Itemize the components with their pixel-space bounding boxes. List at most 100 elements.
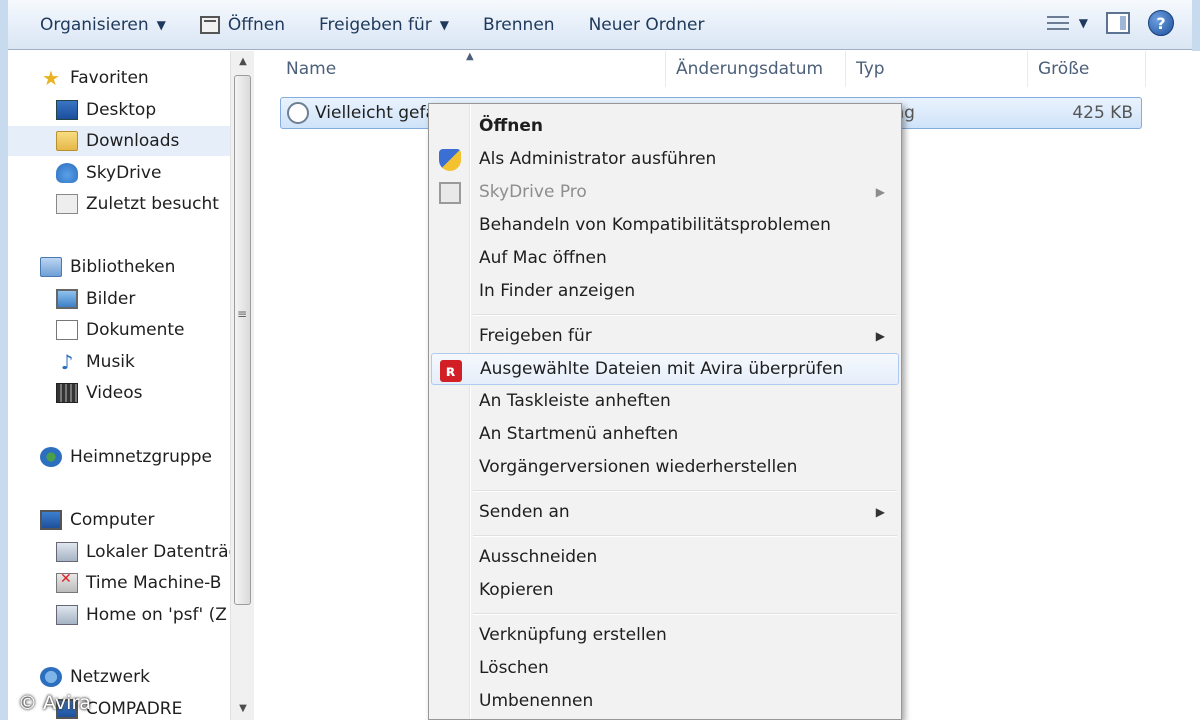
menu-item-compatibility[interactable]: Behandeln von Kompatibilitätsproblemen <box>431 209 899 241</box>
menu-item-open-on-mac[interactable]: Auf Mac öffnen <box>431 242 899 274</box>
column-header-type[interactable]: Typ <box>848 51 1028 87</box>
nav-label: Time Machine-B <box>86 573 222 593</box>
nav-item-homegroup[interactable]: Heimnetzgruppe <box>40 442 212 472</box>
nav-label: Netzwerk <box>70 667 150 687</box>
uac-shield-icon <box>439 149 461 171</box>
nav-label: Musik <box>86 352 135 372</box>
menu-label: Als Administrator ausführen <box>479 149 717 169</box>
chevron-down-icon: ▼ <box>1078 16 1088 30</box>
menu-label: SkyDrive Pro <box>479 182 587 202</box>
help-icon[interactable]: ? <box>1148 10 1174 36</box>
nav-item-local-disk[interactable]: Lokaler Datenträg <box>56 537 230 567</box>
menu-separator <box>473 314 897 316</box>
nav-label: Home on 'psf' (Z <box>86 605 227 625</box>
menu-label: Auf Mac öffnen <box>479 248 607 268</box>
explorer-window: Organisieren ▼ Öffnen Freigeben für ▼ Br… <box>0 0 1200 720</box>
menu-separator <box>473 490 897 492</box>
file-size: 425 KB <box>1072 103 1133 123</box>
menu-label: An Startmenü anheften <box>479 424 679 444</box>
nav-item-desktop[interactable]: Desktop <box>56 95 156 125</box>
menu-item-send-to[interactable]: Senden an ▶ <box>431 496 899 528</box>
menu-item-copy[interactable]: Kopieren <box>431 574 899 606</box>
submenu-arrow-icon: ▶ <box>875 505 885 519</box>
nav-item-downloads[interactable]: Downloads <box>8 126 230 156</box>
nav-item-time-machine[interactable]: Time Machine-B <box>56 568 221 598</box>
menu-label: Kopieren <box>479 580 554 600</box>
nav-item-pictures[interactable]: Bilder <box>56 284 135 314</box>
skydrive-icon <box>56 163 78 183</box>
open-program-icon <box>199 15 220 34</box>
network-drive-icon <box>56 605 78 625</box>
open-label: Öffnen <box>227 14 286 35</box>
nav-item-computer[interactable]: Computer <box>40 505 155 535</box>
nav-label: Videos <box>86 383 143 403</box>
nav-item-home-psf[interactable]: Home on 'psf' (Z <box>56 600 227 630</box>
menu-item-delete[interactable]: Löschen <box>431 652 899 684</box>
scrollbar-thumb[interactable] <box>234 75 251 605</box>
disconnected-drive-icon <box>56 571 78 593</box>
desktop-icon <box>56 100 78 120</box>
submenu-arrow-icon: ▶ <box>875 185 885 199</box>
nav-label: SkyDrive <box>86 163 162 183</box>
homegroup-icon <box>40 447 62 467</box>
menu-separator <box>473 613 897 615</box>
menu-item-skydrive-pro[interactable]: SkyDrive Pro ▶ <box>431 176 899 208</box>
preview-pane-icon[interactable] <box>1106 12 1130 34</box>
nav-item-skydrive[interactable]: SkyDrive <box>56 158 161 188</box>
nav-item-network[interactable]: Netzwerk <box>40 662 150 692</box>
nav-item-recent[interactable]: Zuletzt besucht <box>56 189 219 219</box>
menu-label: An Taskleiste anheften <box>479 391 671 411</box>
column-label: Größe <box>1038 59 1090 79</box>
column-header-date[interactable]: Änderungsdatum <box>668 51 846 87</box>
menu-item-create-shortcut[interactable]: Verknüpfung erstellen <box>431 619 899 651</box>
local-drive-icon <box>56 542 78 562</box>
change-view-button[interactable]: ▼ <box>1046 13 1088 33</box>
menu-item-avira-scan[interactable]: ʀ Ausgewählte Dateien mit Avira überprüf… <box>431 353 899 385</box>
documents-icon <box>56 320 78 340</box>
menu-label: Ausschneiden <box>479 547 598 567</box>
film-strip-icon <box>56 383 78 403</box>
nav-label: Bibliotheken <box>70 257 176 277</box>
scroll-down-icon[interactable]: ▼ <box>231 698 255 720</box>
navigation-pane: ★ Favoriten Desktop Downloads SkyDrive Z… <box>8 51 230 720</box>
menu-label: Löschen <box>479 658 549 678</box>
new-folder-button[interactable]: Neuer Ordner <box>579 9 715 41</box>
column-label: Name <box>286 59 337 79</box>
menu-item-share-with[interactable]: Freigeben für ▶ <box>431 320 899 352</box>
computer-icon <box>40 510 62 530</box>
help-label: ? <box>1156 13 1166 33</box>
nav-label: Favoriten <box>70 68 149 88</box>
menu-label: Behandeln von Kompatibilitätsproblemen <box>479 215 831 235</box>
network-icon <box>40 667 62 687</box>
menu-label: Ausgewählte Dateien mit Avira überprüfen <box>480 359 844 379</box>
nav-item-documents[interactable]: Dokumente <box>56 315 185 345</box>
organize-button[interactable]: Organisieren ▼ <box>30 9 176 41</box>
menu-item-restore-previous[interactable]: Vorgängerversionen wiederherstellen <box>431 451 899 483</box>
menu-label: Umbenennen <box>479 691 594 711</box>
menu-item-cut[interactable]: Ausschneiden <box>431 541 899 573</box>
nav-item-favorites[interactable]: ★ Favoriten <box>40 63 149 93</box>
menu-item-pin-start[interactable]: An Startmenü anheften <box>431 418 899 450</box>
menu-label: Vorgängerversionen wiederherstellen <box>479 457 798 477</box>
menu-item-run-as-admin[interactable]: Als Administrator ausführen <box>431 143 899 175</box>
column-header-size[interactable]: Größe <box>1030 51 1146 87</box>
copyright-watermark: © Avira <box>18 692 91 714</box>
share-button[interactable]: Freigeben für ▼ <box>309 9 459 41</box>
burn-button[interactable]: Brennen <box>473 9 565 41</box>
nav-item-libraries[interactable]: Bibliotheken <box>40 252 175 282</box>
burn-label: Brennen <box>483 14 555 35</box>
menu-item-pin-taskbar[interactable]: An Taskleiste anheften <box>431 385 899 417</box>
menu-item-open[interactable]: Öffnen <box>431 110 899 142</box>
scroll-up-icon[interactable]: ▲ <box>231 51 255 73</box>
menu-item-rename[interactable]: Umbenennen <box>431 685 899 717</box>
application-icon <box>287 102 309 124</box>
nav-label: Computer <box>70 510 155 530</box>
nav-label: Desktop <box>86 100 157 120</box>
nav-item-videos[interactable]: Videos <box>56 378 143 408</box>
scrollbar-grip-icon: ≡ <box>237 307 248 321</box>
navigation-scrollbar[interactable]: ▲ ≡ ▼ <box>230 51 254 720</box>
open-button[interactable]: Öffnen <box>190 9 295 41</box>
nav-item-music[interactable]: ♪ Musik <box>56 347 135 377</box>
chevron-down-icon: ▼ <box>156 17 166 32</box>
menu-item-show-in-finder[interactable]: In Finder anzeigen <box>431 275 899 307</box>
